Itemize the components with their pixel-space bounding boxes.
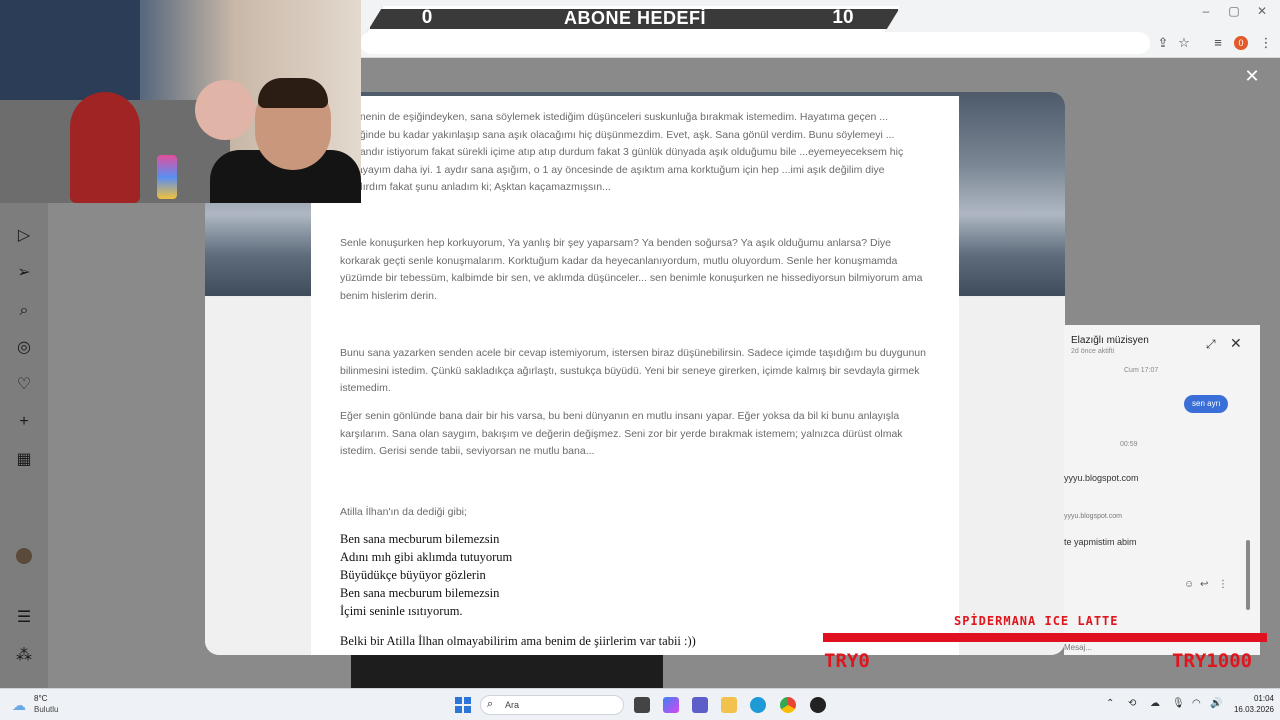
search-placeholder: Ara <box>505 700 520 710</box>
profile-avatar-nav[interactable] <box>16 548 32 564</box>
chat-timestamp: Cum 17:07 <box>1124 367 1159 374</box>
menu-kebab-icon[interactable]: ⋮ <box>1256 33 1276 53</box>
clock-date[interactable]: 16.03.2026 <box>1226 705 1274 714</box>
sync-icon[interactable]: ⟲ <box>1128 698 1136 709</box>
teams-icon[interactable] <box>692 697 708 713</box>
webcam-rgb-lamp <box>157 155 177 199</box>
task-view-icon[interactable] <box>634 697 650 713</box>
letter-paragraph-2: Senle konuşurken hep korkuyorum, Ya yanl… <box>340 237 923 302</box>
donation-goal-title: SPİDERMANA ICE LATTE <box>954 614 1119 628</box>
cloud-icon[interactable]: ☁ <box>12 697 26 714</box>
microphone-icon[interactable]: 🎙 <box>1172 698 1185 709</box>
close-modal-icon[interactable]: ✕ <box>1242 66 1262 86</box>
chat-shared-link[interactable]: yyyu.blogspot.com <box>1064 473 1139 483</box>
profile-avatar[interactable]: 0 <box>1234 36 1248 50</box>
wifi-icon[interactable]: ◠ <box>1192 698 1201 709</box>
file-explorer-icon[interactable] <box>721 697 737 713</box>
reels-icon[interactable]: ▷ <box>14 226 34 246</box>
copilot-icon[interactable] <box>663 697 679 713</box>
donation-progress-bar <box>823 633 1267 642</box>
volume-icon[interactable]: 🔊 <box>1210 698 1222 709</box>
reply-icon[interactable]: ↩ <box>1200 579 1208 590</box>
message-input[interactable]: Mesaj... <box>1064 643 1092 652</box>
quote-intro: Atilla İlhan'ın da dediği gibi; <box>340 506 467 518</box>
chat-scrollbar[interactable] <box>1246 540 1250 610</box>
donation-current: TRY0 <box>824 650 870 672</box>
address-bar[interactable] <box>360 32 1150 54</box>
letter-paragraph-4: Eğer senin gönlünde bana dair bir his va… <box>340 410 903 457</box>
weather-description[interactable]: Bulutlu <box>34 705 58 714</box>
notifications-heart-icon[interactable]: ♡ <box>14 375 34 395</box>
chat-close-icon[interactable]: ✕ <box>1230 335 1242 352</box>
more-menu-icon[interactable]: ☰ <box>14 608 34 628</box>
window-close-icon[interactable]: ✕ <box>1252 4 1272 18</box>
goal-title: ABONE HEDEFİ <box>563 8 706 28</box>
clock-time[interactable]: 01:04 <box>1240 694 1274 703</box>
more-options-icon[interactable]: ⋮ <box>1218 579 1228 590</box>
letter-closing: Belki bir Atilla İlhan olmayabilirim ama… <box>340 634 696 648</box>
maximize-icon[interactable]: ▢ <box>1224 4 1244 18</box>
webcam-curtain <box>0 0 140 110</box>
taskbar-search[interactable]: ⌕ Ara <box>480 695 624 715</box>
search-icon: ⌕ <box>487 698 494 710</box>
obs-icon[interactable] <box>810 697 826 713</box>
chat-message: te yapmistim abim <box>1064 537 1137 547</box>
webcam-person-hair <box>258 78 328 108</box>
chrome-icon[interactable] <box>780 697 796 713</box>
webcam-overlay <box>0 0 361 203</box>
letter-page: ...senenin de eşiğindeyken, sana söyleme… <box>311 96 959 655</box>
chat-status: 2d önce aktifti <box>1071 348 1115 355</box>
expand-icon[interactable]: ⤢ <box>1206 337 1216 352</box>
chat-contact-name[interactable]: Elazığlı müzisyen <box>1071 335 1149 346</box>
webcam-spiderman-figure <box>70 92 140 203</box>
goal-current: 0 <box>421 7 433 28</box>
search-icon[interactable]: ⌕ <box>14 301 34 321</box>
weather-temperature[interactable]: 8°C <box>34 694 47 703</box>
emoji-icon[interactable]: ☺ <box>1184 579 1194 590</box>
install-app-icon[interactable]: ⇪ <box>1153 33 1173 53</box>
create-plus-icon[interactable]: + <box>14 412 34 432</box>
chat-message-bubble: sen ayrı <box>1184 395 1229 413</box>
onedrive-icon[interactable]: ☁ <box>1150 698 1160 709</box>
background-image-strip <box>351 655 663 688</box>
explore-icon[interactable]: ◎ <box>14 338 34 358</box>
start-button[interactable] <box>455 697 471 713</box>
bookmark-star-icon[interactable]: ☆ <box>1174 33 1194 53</box>
poem-line: Ben sana mecburum bilemezsin <box>340 532 500 546</box>
poem-line: İçimi seninle ısıtıyorum. <box>340 604 463 618</box>
goal-target: 10 <box>832 7 854 28</box>
dashboard-icon[interactable]: ▦ <box>14 450 34 470</box>
poem-line: Büyüdükçe büyüyor gözlerin <box>340 568 486 582</box>
minimize-icon[interactable]: – <box>1196 4 1216 18</box>
poem-line: Ben sana mecburum bilemezsin <box>340 586 500 600</box>
chat-timestamp: 00:59 <box>1120 441 1138 448</box>
chevron-up-icon[interactable]: ⌃ <box>1106 698 1114 709</box>
messages-icon[interactable]: ➢ <box>14 263 34 283</box>
donation-target: TRY1000 <box>1172 650 1253 672</box>
apps-icon[interactable]: ⁂ <box>14 646 34 666</box>
poem-line: Adını mıh gibi aklımda tutuyorum <box>340 550 513 564</box>
webcam-arm <box>195 80 255 140</box>
windows-taskbar: ☁ 8°C Bulutlu ⌕ Ara ⌃ ⟲ ☁ 🎙 ◠ 🔊 01:04 16… <box>0 688 1280 720</box>
chat-link-preview[interactable]: yyyu.blogspot.com <box>1064 513 1122 520</box>
chat-popup: Elazığlı müzisyen 2d önce aktifti ⤢ ✕ Cu… <box>1064 325 1260 655</box>
edge-icon[interactable] <box>750 697 766 713</box>
media-controls-icon[interactable]: ≡ <box>1208 33 1228 53</box>
letter-paragraph-1: ...senenin de eşiğindeyken, sana söyleme… <box>340 111 904 193</box>
letter-paragraph-3: Bunu sana yazarken senden acele bir ceva… <box>340 347 926 394</box>
